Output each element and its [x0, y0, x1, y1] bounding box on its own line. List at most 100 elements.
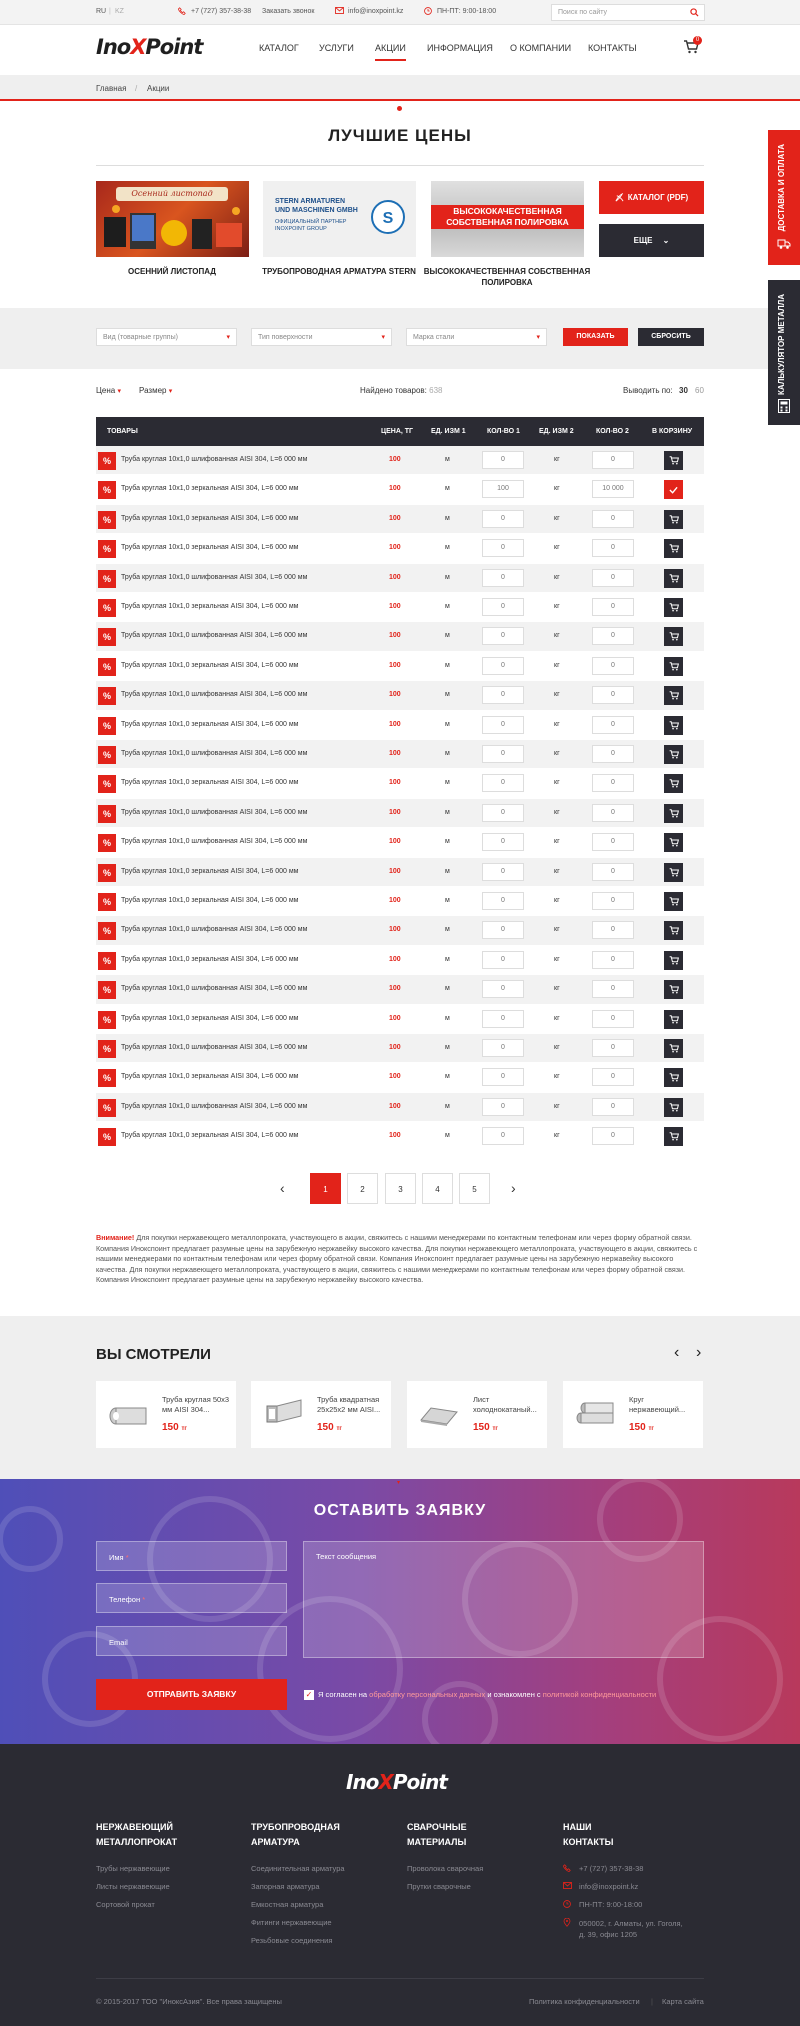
email-field[interactable]: Email [96, 1626, 287, 1656]
consent-checkbox[interactable]: ✓ Я согласен на обработку персональных да… [304, 1690, 656, 1701]
privacy-policy-link[interactable]: политикой конфиденциальности [543, 1690, 656, 1699]
footer-link[interactable]: Сортовой прокат [96, 1900, 155, 1909]
quantity-1-input[interactable]: 0 [482, 509, 524, 528]
lang-ru[interactable]: RU [96, 8, 106, 15]
quantity-1-input[interactable]: 0 [482, 1068, 524, 1087]
group-select[interactable]: Вид (товарные группы) ▾ [96, 328, 237, 346]
product-name[interactable]: Труба круглая 10х1,0 зеркальная AISI 304… [121, 868, 298, 875]
product-name[interactable]: Труба круглая 10х1,0 шлифованная AISI 30… [121, 574, 307, 581]
steel-select[interactable]: Марка стали ▾ [406, 328, 547, 346]
promo-stern-caption[interactable]: ТРУБОПРОВОДНАЯ АРМАТУРА STERN [249, 266, 429, 277]
add-to-cart-button[interactable] [664, 803, 683, 823]
add-to-cart-button[interactable] [664, 833, 683, 853]
add-to-cart-button[interactable] [664, 627, 683, 647]
add-to-cart-button[interactable] [664, 892, 683, 911]
callback-link[interactable]: Заказать звонок [262, 8, 314, 15]
sitemap-link[interactable]: Карта сайта [662, 1997, 704, 2006]
viewed-product-name[interactable]: Лист холоднокатаный... [473, 1395, 543, 1415]
quantity-1-input[interactable]: 0 [482, 803, 524, 822]
footer-link[interactable]: Трубы нержавеющие [96, 1864, 170, 1873]
product-image[interactable] [573, 1394, 617, 1434]
quantity-2-input[interactable]: 0 [592, 1009, 634, 1028]
viewed-product-card[interactable]: Труба квадратная 25х25х2 мм AISI... 150 т… [251, 1381, 391, 1448]
quantity-1-input[interactable]: 0 [482, 1039, 524, 1057]
top-email[interactable]: info@inoxpoint.kz [348, 8, 403, 15]
message-field[interactable]: Текст сообщения [303, 1541, 704, 1658]
footer-col3-title[interactable]: СВАРОЧНЫЕ МАТЕРИАЛЫ [407, 1820, 467, 1850]
nav-catalog[interactable]: КАТАЛОГ [259, 43, 299, 53]
quantity-1-input[interactable]: 0 [482, 921, 524, 940]
quantity-2-input[interactable]: 0 [592, 745, 634, 763]
next-page-arrow[interactable]: › [511, 1180, 516, 1196]
promo-polishing-caption[interactable]: ВЫСОКОКАЧЕСТВЕННАЯ СОБСТВЕННАЯ ПОЛИРОВКА [417, 266, 597, 288]
name-field[interactable]: Имя * [96, 1541, 287, 1571]
privacy-policy-footer-link[interactable]: Политика конфиденциальности [529, 1997, 640, 2006]
quantity-1-input[interactable]: 0 [482, 568, 524, 587]
add-to-cart-button[interactable] [664, 598, 683, 617]
quantity-2-input[interactable]: 0 [592, 1097, 634, 1116]
promo-autumn-caption[interactable]: ОСЕННИЙ ЛИСТОПАД [82, 266, 262, 277]
per-page-30[interactable]: 30 [679, 386, 688, 395]
top-phone[interactable]: +7 (727) 357-38-38 [191, 8, 251, 15]
checkbox-checked-icon[interactable]: ✓ [304, 1690, 314, 1701]
quantity-1-input[interactable]: 0 [482, 862, 524, 881]
product-name[interactable]: Труба круглая 10х1,0 шлифованная AISI 30… [121, 1044, 307, 1051]
page-1[interactable]: 1 [310, 1173, 341, 1204]
quantity-1-input[interactable]: 0 [482, 1097, 524, 1116]
surface-select[interactable]: Тип поверхности ▾ [251, 328, 392, 346]
quantity-1-input[interactable]: 0 [482, 656, 524, 675]
product-name[interactable]: Труба круглая 10х1,0 зеркальная AISI 304… [121, 721, 298, 728]
quantity-2-input[interactable]: 0 [592, 686, 634, 705]
product-name[interactable]: Труба круглая 10х1,0 зеркальная AISI 304… [121, 515, 298, 522]
product-name[interactable]: Труба круглая 10х1,0 шлифованная AISI 30… [121, 1103, 307, 1110]
add-to-cart-button[interactable] [664, 686, 683, 706]
breadcrumb-home[interactable]: Главная [96, 84, 126, 93]
viewed-product-name[interactable]: Труба круглая 50х3 мм AISI 304... [162, 1395, 232, 1415]
add-to-cart-button[interactable] [664, 1068, 683, 1088]
site-logo[interactable]: InoXPoint [96, 35, 203, 59]
quantity-2-input[interactable]: 0 [592, 627, 634, 646]
catalog-pdf-button[interactable]: КАТАЛОГ (PDF) [599, 181, 704, 214]
header-cart[interactable]: 0 [683, 36, 702, 57]
footer-link[interactable]: Прутки сварочные [407, 1882, 471, 1891]
product-name[interactable]: Труба круглая 10х1,0 зеркальная AISI 304… [121, 662, 298, 669]
prev-page-arrow[interactable]: ‹ [280, 1180, 285, 1196]
footer-link[interactable]: Емкостная арматура [251, 1900, 323, 1909]
quantity-2-input[interactable]: 0 [592, 539, 634, 558]
viewed-next-arrow[interactable]: › [696, 1344, 701, 1362]
product-name[interactable]: Труба круглая 10х1,0 шлифованная AISI 30… [121, 750, 307, 757]
quantity-2-input[interactable]: 0 [592, 1127, 634, 1146]
quantity-2-input[interactable]: 0 [592, 568, 634, 587]
product-name[interactable]: Труба круглая 10х1,0 шлифованная AISI 30… [121, 838, 307, 845]
add-to-cart-button[interactable] [664, 745, 683, 764]
quantity-1-input[interactable]: 0 [482, 1127, 524, 1146]
quantity-2-input[interactable]: 0 [592, 921, 634, 940]
page-4[interactable]: 4 [422, 1173, 453, 1204]
quantity-2-input[interactable]: 0 [592, 451, 634, 469]
product-name[interactable]: Труба круглая 10х1,0 шлифованная AISI 30… [121, 926, 307, 933]
add-to-cart-button[interactable] [664, 950, 683, 970]
quantity-2-input[interactable]: 0 [592, 833, 634, 852]
product-name[interactable]: Труба круглая 10х1,0 шлифованная AISI 30… [121, 456, 307, 463]
search-input[interactable]: Поиск по сайту [551, 4, 705, 21]
quantity-2-input[interactable]: 0 [592, 950, 634, 969]
add-to-cart-button[interactable] [664, 1097, 683, 1117]
product-image[interactable] [106, 1394, 150, 1434]
footer-col2-title[interactable]: ТРУБОПРОВОДНАЯ АРМАТУРА [251, 1820, 340, 1850]
add-to-cart-button[interactable] [664, 656, 683, 676]
add-to-cart-button[interactable] [664, 1009, 683, 1029]
product-name[interactable]: Труба круглая 10х1,0 шлифованная AISI 30… [121, 691, 307, 698]
sort-size[interactable]: Размер ▾ [139, 386, 172, 395]
quantity-1-input[interactable]: 0 [482, 833, 524, 852]
product-name[interactable]: Труба круглая 10х1,0 зеркальная AISI 304… [121, 603, 298, 610]
add-to-cart-button[interactable] [664, 921, 683, 941]
viewed-product-name[interactable]: Круг нержавеющий... [629, 1395, 699, 1415]
add-to-cart-button[interactable] [664, 509, 683, 529]
add-to-cart-button[interactable] [664, 451, 683, 470]
quantity-2-input[interactable]: 0 [592, 980, 634, 999]
viewed-prev-arrow[interactable]: ‹ [674, 1344, 679, 1362]
viewed-product-card[interactable]: Лист холоднокатаный... 150 тг [407, 1381, 547, 1448]
side-tab-delivery[interactable]: ДОСТАВКА И ОПЛАТА [768, 130, 800, 265]
nav-info[interactable]: ИНФОРМАЦИЯ [427, 43, 493, 53]
quantity-1-input[interactable]: 0 [482, 686, 524, 705]
